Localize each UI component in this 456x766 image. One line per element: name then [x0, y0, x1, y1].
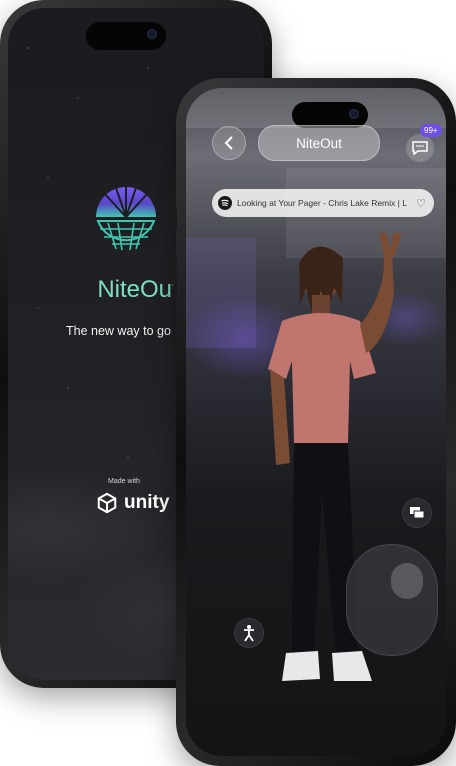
track-title: Looking at Your Pager - Chris Lake Remix…	[237, 198, 407, 208]
now-playing-bar[interactable]: Looking at Your Pager - Chris Lake Remix…	[212, 189, 434, 217]
dance-icon	[244, 625, 254, 642]
back-button[interactable]	[212, 126, 246, 160]
emote-chat-icon	[410, 507, 425, 519]
notification-badge: 99+	[420, 124, 442, 137]
dynamic-island	[86, 22, 166, 50]
room-title: NiteOut	[258, 125, 380, 161]
niteout-logo-icon	[96, 186, 156, 251]
volume-up-button	[173, 253, 177, 297]
volume-down-button	[173, 308, 177, 352]
game-phone: NiteOut 99+ Looking at Your Pager - Chri…	[173, 78, 456, 766]
emote-chat-button[interactable]	[402, 498, 432, 528]
dance-button[interactable]	[234, 618, 264, 648]
unity-logo: unity	[96, 492, 169, 514]
chat-icon	[412, 141, 428, 155]
unity-wordmark: unity	[124, 492, 170, 513]
movement-joystick[interactable]	[346, 544, 438, 656]
game-screen: NiteOut 99+ Looking at Your Pager - Chri…	[186, 88, 446, 756]
unity-cube-icon	[97, 492, 117, 514]
made-with-label: Made with	[108, 478, 140, 485]
action-button	[173, 208, 177, 230]
spotify-icon	[218, 196, 232, 210]
heart-icon[interactable]: ♡	[414, 197, 428, 210]
chevron-left-icon	[224, 136, 233, 150]
joystick-knob[interactable]	[391, 563, 423, 599]
chat-button[interactable]	[406, 134, 434, 162]
